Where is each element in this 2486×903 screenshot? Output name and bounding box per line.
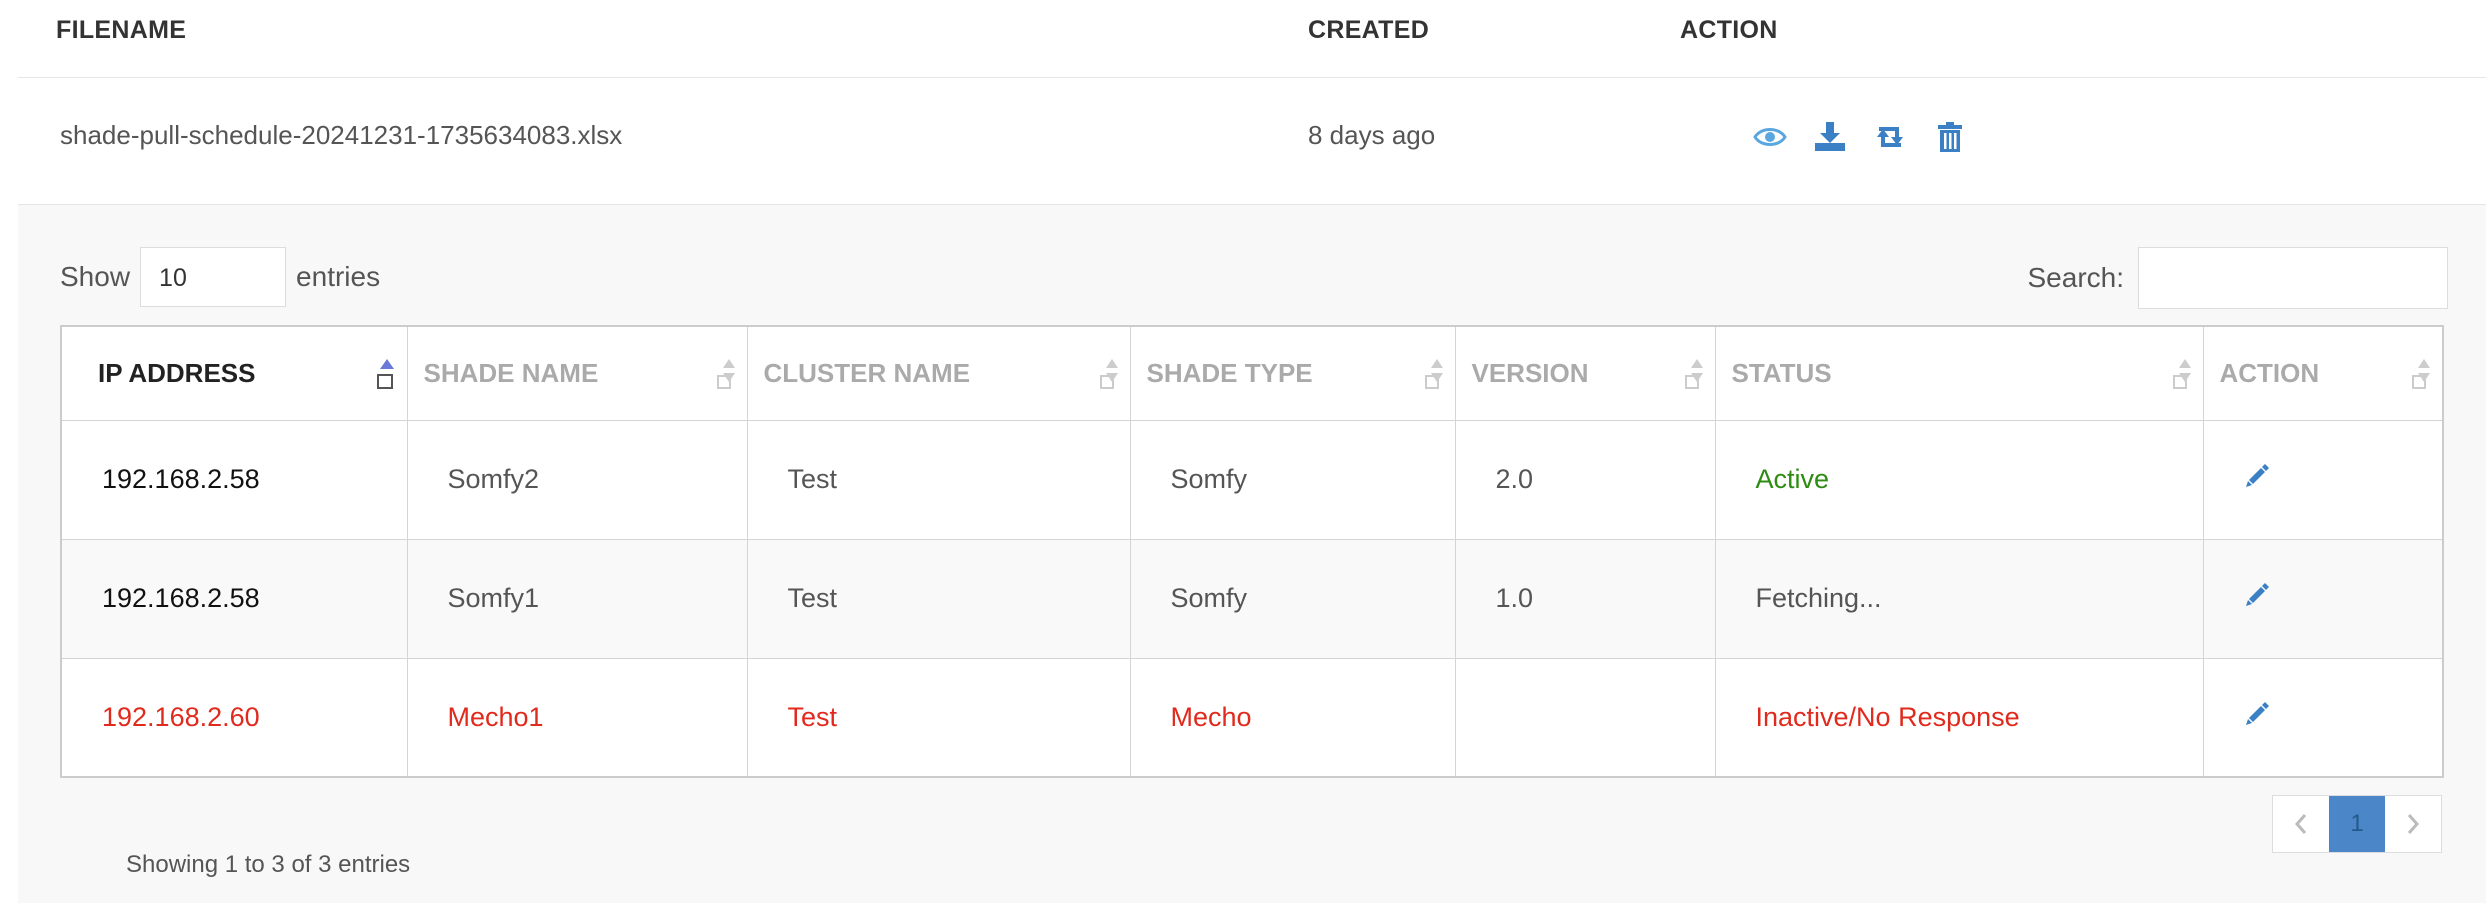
- status-cell: Inactive/No Response: [1714, 657, 2204, 778]
- sort-asc-icon: [376, 359, 394, 389]
- action-cell: [2202, 538, 2444, 659]
- table-row: 192.168.2.60 Mecho1 Test Mecho Inactive/…: [60, 657, 2444, 778]
- status-cell: Active: [1714, 419, 2204, 540]
- sort-icon: [1684, 359, 1703, 389]
- file-name: shade-pull-schedule-20241231-1735634083.…: [60, 120, 623, 150]
- column-version[interactable]: VERSION: [1454, 325, 1716, 421]
- trash-icon[interactable]: [1933, 120, 1967, 154]
- action-cell: [2202, 419, 2444, 540]
- shades-table: IP ADDRESS SHADE NAME CLUSTER NAME SHADE…: [60, 325, 2444, 778]
- cluster-name-cell: Test: [746, 657, 1131, 778]
- file-row: shade-pull-schedule-20241231-1735634083.…: [18, 78, 2486, 204]
- prev-page-button[interactable]: [2273, 796, 2329, 852]
- status-cell: Fetching...: [1714, 538, 2204, 659]
- entries-length-control: Show 10 entries: [60, 247, 380, 307]
- sort-icon: [716, 359, 735, 389]
- column-ip-address[interactable]: IP ADDRESS: [60, 325, 408, 421]
- column-cluster-name[interactable]: CLUSTER NAME: [746, 325, 1131, 421]
- table-header-row: IP ADDRESS SHADE NAME CLUSTER NAME SHADE…: [60, 325, 2444, 421]
- shade-type-cell: Somfy: [1129, 538, 1456, 659]
- column-shade-name[interactable]: SHADE NAME: [406, 325, 748, 421]
- table-row: 192.168.2.58 Somfy2 Test Somfy 2.0 Activ…: [60, 419, 2444, 540]
- edit-pencil-icon[interactable]: [2244, 463, 2270, 489]
- edit-pencil-icon[interactable]: [2244, 582, 2270, 608]
- ip-cell: 192.168.2.60: [60, 657, 408, 778]
- action-cell: [2202, 657, 2444, 778]
- sort-icon: [1099, 359, 1118, 389]
- ip-cell: 192.168.2.58: [60, 419, 408, 540]
- table-row: 192.168.2.58 Somfy1 Test Somfy 1.0 Fetch…: [60, 538, 2444, 659]
- eye-icon[interactable]: [1753, 120, 1787, 154]
- column-shade-type[interactable]: SHADE TYPE: [1129, 325, 1456, 421]
- filename-header: FILENAME: [56, 16, 187, 44]
- cluster-name-cell: Test: [746, 538, 1131, 659]
- action-header: ACTION: [1680, 16, 1778, 44]
- column-action[interactable]: ACTION: [2202, 325, 2444, 421]
- search-label: Search:: [2027, 262, 2125, 293]
- next-page-button[interactable]: [2385, 796, 2441, 852]
- entries-info: Showing 1 to 3 of 3 entries: [126, 851, 411, 878]
- shades-panel: Show 10 entries Search: IP ADDRESS SHADE…: [18, 204, 2486, 903]
- sort-icon: [1424, 359, 1443, 389]
- version-cell: 1.0: [1454, 538, 1716, 659]
- edit-pencil-icon[interactable]: [2244, 701, 2270, 727]
- show-label: Show: [60, 261, 131, 292]
- shade-name-cell: Mecho1: [406, 657, 748, 778]
- version-cell: [1454, 657, 1716, 778]
- file-created: 8 days ago: [1308, 120, 1436, 150]
- page-button-current[interactable]: 1: [2329, 796, 2385, 852]
- chevron-left-icon: [2294, 814, 2307, 834]
- column-status[interactable]: STATUS: [1714, 325, 2204, 421]
- file-actions: [1753, 120, 1967, 154]
- download-icon[interactable]: [1813, 120, 1847, 154]
- shade-schedule-page: FILENAME CREATED ACTION shade-pull-sched…: [0, 0, 2486, 903]
- pagination: 1: [2272, 795, 2442, 853]
- shade-type-cell: Somfy: [1129, 419, 1456, 540]
- ip-cell: 192.168.2.58: [60, 538, 408, 659]
- created-header: CREATED: [1308, 16, 1430, 44]
- shade-name-cell: Somfy1: [406, 538, 748, 659]
- sort-icon: [2412, 359, 2430, 389]
- files-table-header: FILENAME CREATED ACTION: [18, 0, 2486, 78]
- shade-type-cell: Mecho: [1129, 657, 1456, 778]
- version-cell: 2.0: [1454, 419, 1716, 540]
- entries-select[interactable]: 10: [140, 247, 287, 307]
- entries-label: entries: [296, 261, 381, 292]
- chevron-right-icon: [2407, 814, 2420, 834]
- search-input[interactable]: [2138, 247, 2448, 309]
- sort-icon: [2172, 359, 2191, 389]
- cluster-name-cell: Test: [746, 419, 1131, 540]
- search-control: Search:: [2027, 247, 2448, 309]
- shade-name-cell: Somfy2: [406, 419, 748, 540]
- retweet-icon[interactable]: [1873, 120, 1907, 154]
